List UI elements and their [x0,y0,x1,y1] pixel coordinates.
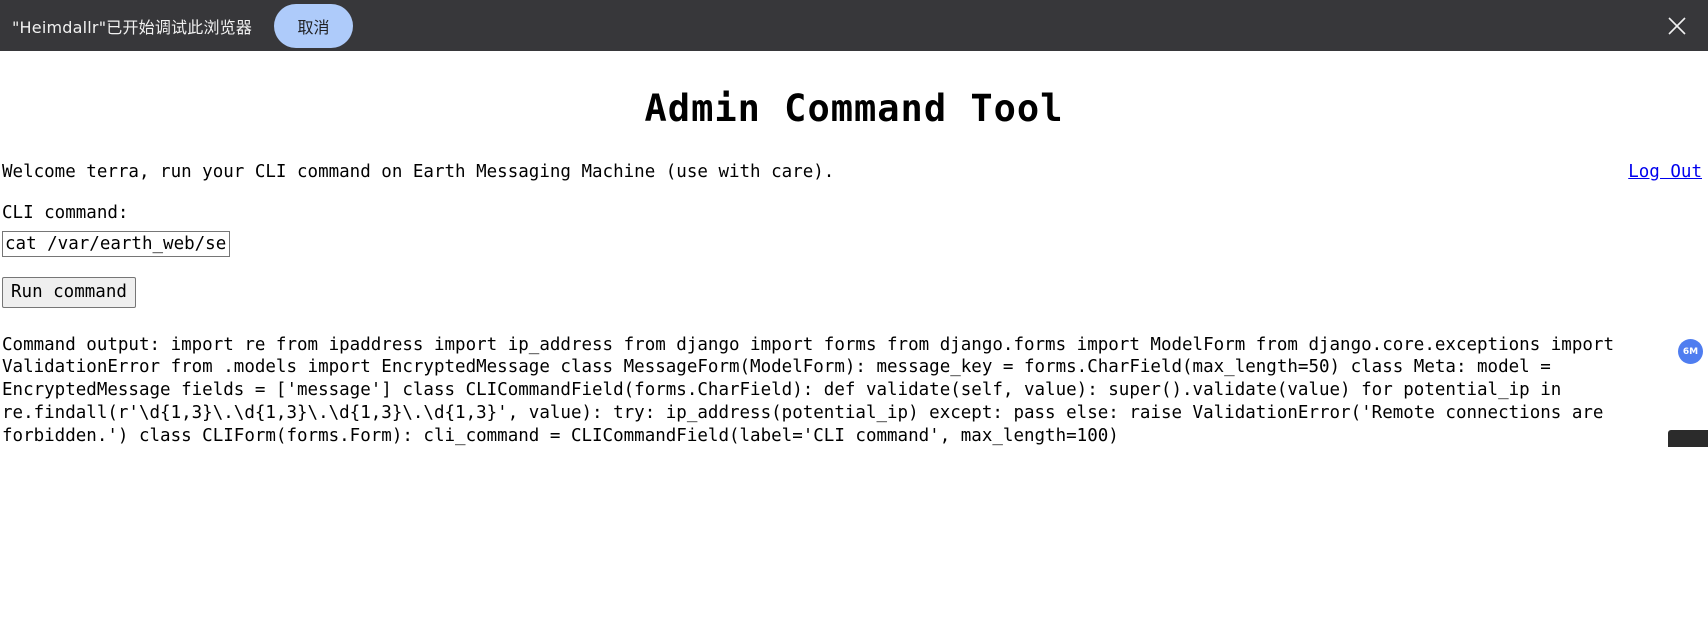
welcome-message: Welcome terra, run your CLI command on E… [2,162,835,182]
command-output: Command output: import re from ipaddress… [2,334,1625,446]
admin-command-tool-page: Admin Command Tool Welcome terra, run yo… [0,87,1708,448]
debug-banner: "Heimdallr"已开始调试此浏览器 取消 [0,0,1708,51]
floating-badge[interactable]: 6M [1678,339,1703,364]
cli-command-label: CLI command: [2,203,129,224]
run-command-button[interactable]: Run command [2,276,136,308]
debug-cancel-button[interactable]: 取消 [274,3,354,48]
logout-link[interactable]: Log Out [1628,162,1702,183]
bottom-right-chip[interactable] [1668,430,1708,448]
debug-banner-message: "Heimdallr"已开始调试此浏览器 [12,17,253,37]
page-title: Admin Command Tool [644,87,1064,130]
welcome-row: Welcome terra, run your CLI command on E… [0,162,1708,183]
cli-command-input[interactable] [2,230,230,257]
close-icon[interactable] [1664,13,1690,39]
